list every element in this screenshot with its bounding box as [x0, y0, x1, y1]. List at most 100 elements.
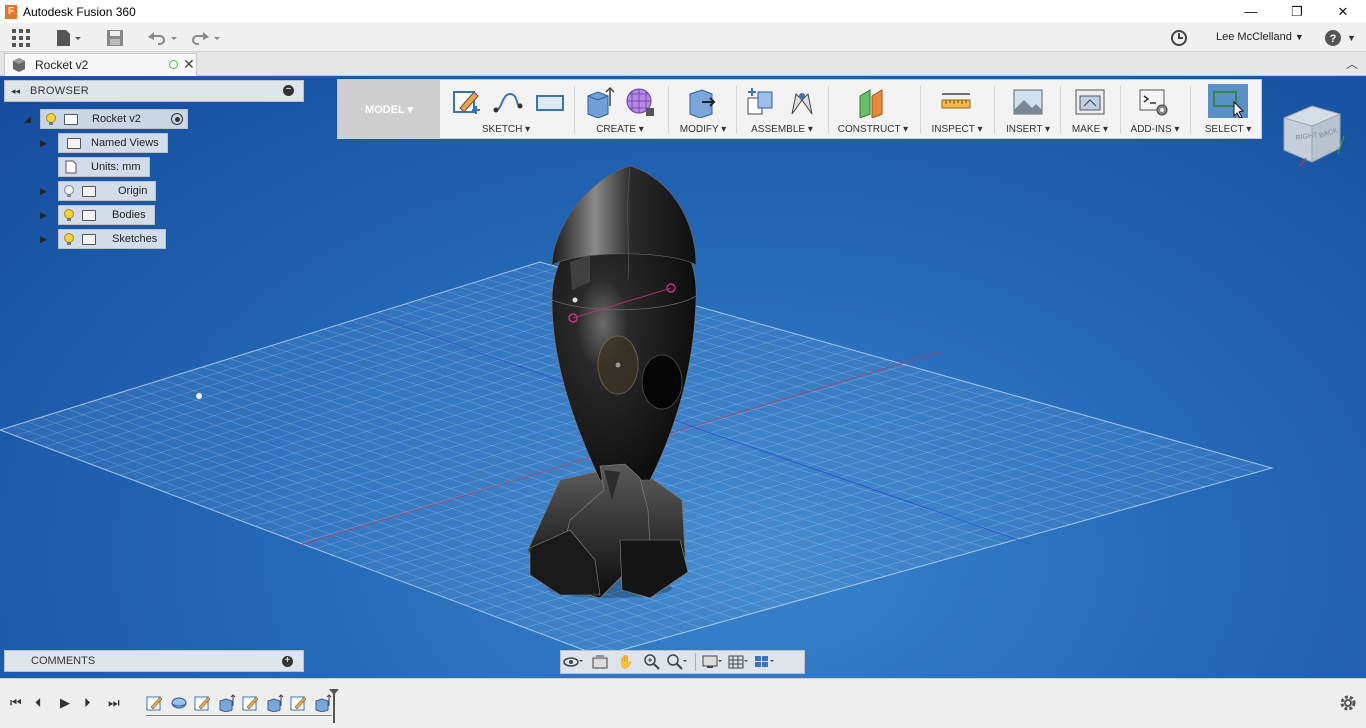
expand-triangle-icon[interactable]: ▶ [40, 233, 52, 245]
make-group[interactable]: MAKE ▾ [1064, 80, 1116, 139]
activate-radio-icon[interactable] [171, 113, 183, 125]
rectangle-icon[interactable] [534, 86, 566, 118]
tree-row-named-views[interactable]: ▶ Named Views [40, 133, 168, 153]
modify-group[interactable]: MODIFY ▾ [672, 80, 734, 139]
collapse-chevron-icon[interactable]: ︿ [1346, 55, 1358, 72]
3d-print-icon[interactable] [1074, 86, 1106, 118]
new-component-icon[interactable] [744, 86, 776, 118]
canvas-viewport[interactable] [0, 77, 1366, 678]
tree-row-bodies[interactable]: ▶ Bodies [40, 205, 155, 225]
play-icon[interactable]: ▶ [60, 695, 70, 711]
scripts-addins-icon[interactable] [1138, 86, 1170, 118]
make-menu-label[interactable]: MAKE ▾ [1064, 124, 1116, 135]
file-menu-icon[interactable] [55, 23, 83, 52]
go-to-end-icon[interactable]: ⏭ [108, 695, 120, 711]
measure-icon[interactable] [940, 86, 972, 118]
save-icon[interactable] [106, 23, 124, 52]
root-component-node[interactable]: Rocket v2 [40, 109, 188, 129]
browser-minimize-icon[interactable]: − [283, 85, 294, 96]
document-tab[interactable]: Rocket v2 ✕ [4, 53, 197, 76]
display-settings-icon[interactable] [700, 651, 726, 673]
view-cube[interactable]: RIGHT BACK [1278, 96, 1354, 172]
create-menu-label[interactable]: CREATE ▾ [578, 124, 662, 135]
grid-settings-icon[interactable] [726, 651, 752, 673]
expand-triangle-icon[interactable]: ◢ [24, 113, 36, 125]
visibility-bulb-off-icon[interactable] [64, 184, 74, 198]
assemble-group[interactable]: ASSEMBLE ▾ [740, 80, 824, 139]
add-ins-group[interactable]: ADD-INS ▾ [1124, 80, 1186, 139]
expand-triangle-icon[interactable]: ▶ [40, 209, 52, 221]
timeline-sketch-icon[interactable] [194, 694, 212, 712]
bodies-node[interactable]: Bodies [58, 205, 155, 225]
named-views-node[interactable]: Named Views [58, 133, 168, 153]
insert-menu-label[interactable]: INSERT ▾ [998, 124, 1058, 135]
construct-group[interactable]: CONSTRUCT ▾ [832, 80, 914, 139]
zoom-icon[interactable] [639, 651, 665, 673]
step-forward-icon[interactable]: ⏵ [84, 695, 91, 711]
undo-icon[interactable] [145, 23, 179, 52]
units-node[interactable]: Units: mm [58, 157, 150, 177]
expand-triangle-icon[interactable]: ▶ [40, 137, 52, 149]
redo-icon[interactable] [189, 23, 223, 52]
minimize-button[interactable]: — [1228, 0, 1274, 23]
origin-node[interactable]: Origin [58, 181, 157, 201]
look-at-icon[interactable] [587, 651, 613, 673]
joint-icon[interactable] [786, 86, 818, 118]
sketches-node[interactable]: Sketches [58, 229, 167, 249]
visibility-bulb-icon[interactable] [64, 208, 74, 222]
create-group[interactable]: CREATE ▾ [578, 80, 662, 139]
timeline-revolve-icon[interactable] [170, 694, 188, 712]
close-tab-icon[interactable]: ✕ [183, 56, 195, 73]
data-panel-grid-icon[interactable] [12, 23, 30, 52]
timeline-sketch-icon[interactable] [242, 694, 260, 712]
press-pull-icon[interactable] [686, 86, 718, 118]
modify-menu-label[interactable]: MODIFY ▾ [672, 124, 734, 135]
expand-triangle-icon[interactable]: ▶ [40, 185, 52, 197]
timeline-marker-icon[interactable] [328, 689, 340, 723]
maximize-button[interactable]: ❐ [1274, 0, 1320, 23]
select-menu-label[interactable]: SELECT ▾ [1194, 124, 1262, 135]
spline-icon[interactable] [492, 86, 524, 118]
tree-row-units[interactable]: Units: mm [58, 157, 150, 177]
timeline-settings-gear-icon[interactable] [1339, 694, 1357, 712]
pan-hand-icon[interactable]: ✋ [613, 651, 639, 673]
sketch-menu-label[interactable]: SKETCH ▾ [444, 124, 568, 135]
timeline-sketch-icon[interactable] [146, 694, 164, 712]
workspace-switcher-button[interactable]: MODEL ▾ [338, 80, 440, 139]
timeline-extrude-icon[interactable] [218, 694, 236, 712]
tree-root-row[interactable]: ◢ Rocket v2 [24, 109, 188, 129]
timeline-extrude-icon[interactable] [266, 694, 284, 712]
add-ins-menu-label[interactable]: ADD-INS ▾ [1124, 124, 1186, 135]
go-to-start-icon[interactable]: ⏮ [10, 695, 22, 711]
add-comment-icon[interactable]: + [282, 656, 293, 667]
extrude-icon[interactable] [584, 86, 616, 118]
help-icon[interactable]: ? ▼ [1325, 23, 1356, 52]
origin-point-marker[interactable] [196, 393, 202, 399]
viewports-icon[interactable] [752, 651, 778, 673]
orbit-icon[interactable] [561, 651, 587, 673]
inspect-group[interactable]: INSPECT ▾ [924, 80, 990, 139]
insert-group[interactable]: INSERT ▾ [998, 80, 1058, 139]
window-select-icon[interactable] [1212, 86, 1244, 118]
timeline-sketch-icon[interactable] [290, 694, 308, 712]
tree-row-origin[interactable]: ▶ Origin [40, 181, 157, 201]
close-button[interactable]: ✕ [1320, 0, 1366, 23]
create-form-icon[interactable] [624, 86, 656, 118]
offset-plane-icon[interactable] [856, 86, 888, 118]
sketch-group[interactable]: SKETCH ▾ [444, 80, 568, 139]
select-group[interactable]: SELECT ▾ [1194, 80, 1262, 139]
tree-row-sketches[interactable]: ▶ Sketches [40, 229, 167, 249]
user-account-menu[interactable]: Lee McClelland ▼ [1216, 31, 1304, 43]
inspect-menu-label[interactable]: INSPECT ▾ [924, 124, 990, 135]
collapse-panel-icon[interactable]: ◂◂ [11, 86, 20, 97]
comments-panel[interactable]: COMMENTS + [4, 650, 304, 672]
visibility-bulb-icon[interactable] [64, 232, 74, 246]
construct-menu-label[interactable]: CONSTRUCT ▾ [832, 124, 914, 135]
insert-image-icon[interactable] [1012, 86, 1044, 118]
create-sketch-icon[interactable] [450, 86, 482, 118]
assemble-menu-label[interactable]: ASSEMBLE ▾ [740, 124, 824, 135]
fit-zoom-icon[interactable] [665, 651, 691, 673]
step-back-icon[interactable]: ⏴ [35, 695, 42, 711]
job-status-clock-icon[interactable] [1170, 23, 1188, 52]
visibility-bulb-icon[interactable] [46, 112, 56, 126]
